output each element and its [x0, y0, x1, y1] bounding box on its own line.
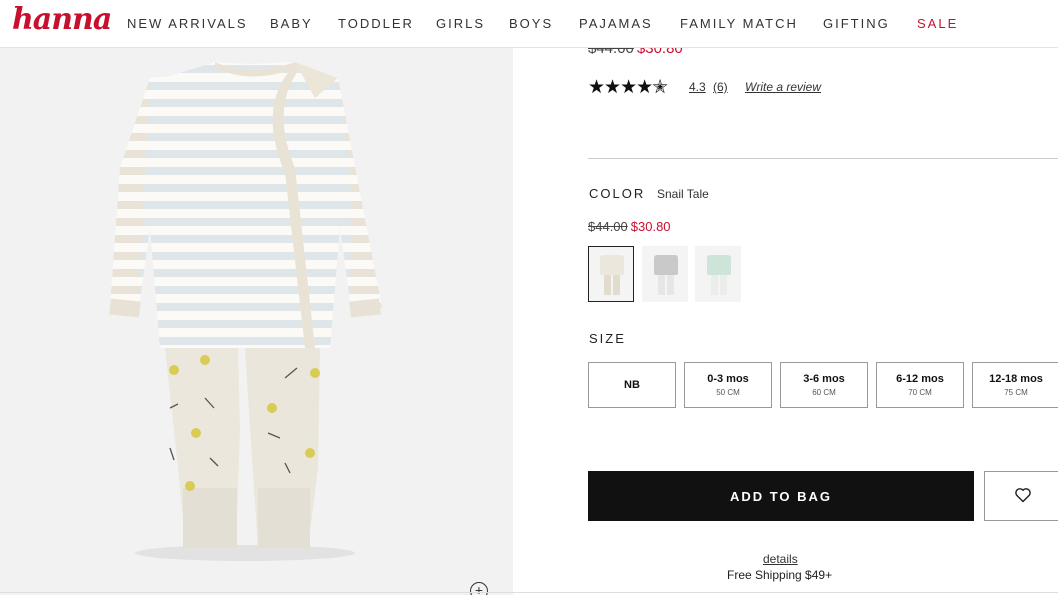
main-nav: NEW ARRIVALS BABY TODDLER GIRLS BOYS PAJ…	[0, 16, 1058, 32]
swatch-shirt	[707, 255, 731, 275]
size-option-label: 3-6 mos	[803, 373, 845, 385]
size-option-12-18[interactable]: 12-18 mos 75 CM	[972, 362, 1058, 408]
color-label: COLOR	[589, 186, 646, 201]
nav-gifting[interactable]: GIFTING	[823, 16, 890, 31]
sale-price: $30.80	[630, 219, 671, 234]
swatch-pant	[711, 275, 718, 295]
swatch-shirt	[600, 255, 624, 275]
free-shipping-text: Free Shipping $49+	[727, 568, 833, 582]
review-count[interactable]: (6)	[713, 80, 728, 94]
size-option-cm: 70 CM	[908, 388, 932, 397]
size-option-cm: 75 CM	[1004, 388, 1028, 397]
rating-value[interactable]: 4.3	[689, 80, 706, 94]
swatch-pant	[667, 275, 674, 295]
size-label: SIZE	[589, 331, 626, 346]
nav-family-match[interactable]: FAMILY MATCH	[680, 16, 798, 31]
nav-new-arrivals[interactable]: NEW ARRIVALS	[127, 16, 248, 31]
size-option-cm: 50 CM	[716, 388, 740, 397]
color-swatch-gray[interactable]	[642, 246, 688, 302]
nav-toddler[interactable]: TODDLER	[338, 16, 414, 31]
write-review-link[interactable]: Write a review	[745, 80, 821, 94]
section-divider	[588, 158, 1058, 159]
site-header: hanna NEW ARRIVALS BABY TODDLER GIRLS BO…	[0, 0, 1058, 48]
selected-color-name: Snail Tale	[657, 187, 709, 201]
size-option-cm: 60 CM	[812, 388, 836, 397]
size-option-label: 12-18 mos	[989, 373, 1043, 385]
nav-sale[interactable]: SALE	[917, 16, 958, 31]
color-swatch-snail-tale[interactable]	[588, 246, 634, 302]
swatch-pant	[658, 275, 665, 295]
size-option-6-12[interactable]: 6-12 mos 70 CM	[876, 362, 964, 408]
size-option-label: NB	[624, 379, 640, 391]
size-option-label: 0-3 mos	[707, 373, 749, 385]
swatch-pant	[604, 275, 611, 295]
color-swatch-mint[interactable]	[695, 246, 741, 302]
product-photo	[109, 62, 382, 561]
size-option-3-6[interactable]: 3-6 mos 60 CM	[780, 362, 868, 408]
nav-boys[interactable]: BOYS	[509, 16, 553, 31]
swatch-pant	[720, 275, 727, 295]
original-price: $44.00	[588, 219, 628, 234]
nav-baby[interactable]: BABY	[270, 16, 313, 31]
nav-pajamas[interactable]: PAJAMAS	[579, 16, 653, 31]
size-option-nb[interactable]: NB	[588, 362, 676, 408]
size-option-0-3[interactable]: 0-3 mos 50 CM	[684, 362, 772, 408]
nav-girls[interactable]: GIRLS	[436, 16, 485, 31]
swatch-pant	[613, 275, 620, 295]
heart-icon	[1015, 488, 1031, 503]
size-option-label: 6-12 mos	[896, 373, 944, 385]
add-to-bag-button[interactable]: ADD TO BAG	[588, 471, 974, 521]
rating-stars: ★★★★✭	[588, 77, 668, 98]
zoom-in-icon[interactable]: +	[470, 582, 488, 595]
product-image[interactable]: +	[0, 48, 513, 595]
swatch-shirt	[654, 255, 678, 275]
price: $44.00 $30.80	[588, 219, 671, 234]
shipping-details-link[interactable]: details	[763, 552, 798, 566]
page-divider	[0, 592, 1058, 593]
wishlist-button[interactable]	[984, 471, 1058, 521]
